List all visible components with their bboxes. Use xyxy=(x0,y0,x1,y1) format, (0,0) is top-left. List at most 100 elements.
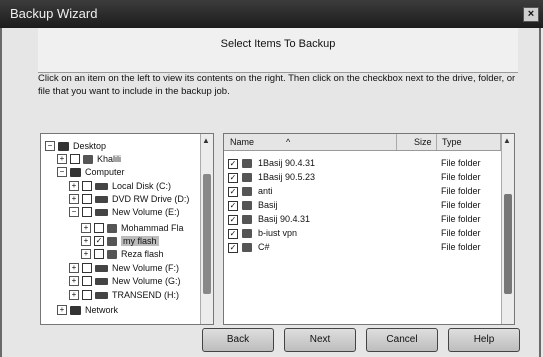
tree-label: New Volume (E:) xyxy=(112,207,180,217)
checkbox[interactable] xyxy=(82,263,92,273)
tree-node-transend[interactable]: + TRANSEND (H:) xyxy=(69,289,179,301)
tree-label: Network xyxy=(85,305,119,315)
tree-node-new-volume-f[interactable]: + New Volume (F:) xyxy=(69,262,179,274)
folder-tree[interactable]: − Desktop + Khalili − Computer + Local D… xyxy=(40,133,214,325)
tree-node-mohammad[interactable]: + Mohammad Fla xyxy=(81,222,184,234)
row-type: File folder xyxy=(441,242,481,252)
folder-icon xyxy=(242,187,252,196)
expand-icon[interactable]: + xyxy=(69,290,79,300)
folder-icon xyxy=(107,249,117,259)
expand-icon[interactable]: + xyxy=(81,236,91,246)
hard-drive-icon xyxy=(95,277,108,285)
list-row[interactable]: ✓ C# File folder xyxy=(228,242,498,254)
collapse-icon[interactable]: − xyxy=(57,167,67,177)
hard-drive-icon xyxy=(95,182,108,190)
scroll-up-arrow-icon[interactable]: ▲ xyxy=(202,136,210,145)
tree-node-local-disk[interactable]: + Local Disk (C:) xyxy=(69,180,171,192)
column-divider[interactable] xyxy=(396,134,397,150)
expand-icon[interactable]: + xyxy=(81,249,91,259)
checkbox-checked[interactable]: ✓ xyxy=(228,159,238,169)
cancel-button[interactable]: Cancel xyxy=(366,328,438,352)
checkbox[interactable] xyxy=(82,194,92,204)
tree-node-new-volume-g[interactable]: + New Volume (G:) xyxy=(69,275,181,287)
folder-icon xyxy=(242,173,252,182)
instructions-text: Click on an item on the left to view its… xyxy=(38,73,516,97)
checkbox[interactable] xyxy=(82,276,92,286)
row-type: File folder xyxy=(441,158,481,168)
sort-indicator-icon: ^ xyxy=(286,137,291,147)
tree-label: Local Disk (C:) xyxy=(112,181,172,191)
tree-label: Mohammad Fla xyxy=(121,223,184,233)
checkbox-checked[interactable]: ✓ xyxy=(228,201,238,211)
title-bar: Backup Wizard × xyxy=(0,0,543,28)
collapse-icon[interactable]: − xyxy=(45,141,55,151)
tree-scrollbar[interactable]: ▲ xyxy=(200,134,213,324)
help-button[interactable]: Help xyxy=(448,328,520,352)
checkbox[interactable] xyxy=(70,154,80,164)
list-row[interactable]: ✓ 1Basij 90.4.31 File folder xyxy=(228,158,498,170)
expand-icon[interactable]: + xyxy=(69,181,79,191)
checkbox[interactable] xyxy=(94,249,104,259)
checkbox-checked[interactable]: ✓ xyxy=(94,236,104,246)
contents-list[interactable]: Name ^ Size Type ✓ 1Basij 90.4.31 File f… xyxy=(223,133,515,325)
list-row[interactable]: ✓ 1Basij 90.5.23 File folder xyxy=(228,172,498,184)
checkbox-checked[interactable]: ✓ xyxy=(228,215,238,225)
tree-node-network[interactable]: + Network xyxy=(57,304,118,316)
folder-icon xyxy=(242,201,252,210)
tree-node-khalil[interactable]: + Khalili xyxy=(57,153,121,165)
list-row[interactable]: ✓ Basij File folder xyxy=(228,200,498,212)
row-name: C# xyxy=(258,242,270,252)
row-name: Basij 90.4.31 xyxy=(258,214,311,224)
column-type[interactable]: Type xyxy=(442,137,462,147)
tree-node-my-flash[interactable]: + ✓ my flash xyxy=(81,235,159,247)
collapse-icon[interactable]: − xyxy=(69,207,79,217)
expand-icon[interactable]: + xyxy=(69,276,79,286)
list-row[interactable]: ✓ Basij 90.4.31 File folder xyxy=(228,214,498,226)
user-folder-icon xyxy=(83,154,93,164)
row-name: anti xyxy=(258,186,273,196)
list-header: Name ^ Size Type xyxy=(224,134,502,151)
next-button[interactable]: Next xyxy=(284,328,356,352)
tree-node-dvd[interactable]: + DVD RW Drive (D:) xyxy=(69,193,189,205)
expand-icon[interactable]: + xyxy=(57,154,67,164)
row-type: File folder xyxy=(441,200,481,210)
back-button[interactable]: Back xyxy=(202,328,274,352)
usb-drive-icon xyxy=(95,291,108,299)
column-name[interactable]: Name xyxy=(230,137,254,147)
network-icon xyxy=(70,305,81,315)
computer-icon xyxy=(70,167,81,177)
checkbox-checked[interactable]: ✓ xyxy=(228,187,238,197)
tree-label: New Volume (G:) xyxy=(112,276,181,286)
checkbox[interactable] xyxy=(82,290,92,300)
list-row[interactable]: ✓ anti File folder xyxy=(228,186,498,198)
expand-icon[interactable]: + xyxy=(69,263,79,273)
checkbox-checked[interactable]: ✓ xyxy=(228,173,238,183)
column-size[interactable]: Size xyxy=(414,137,432,147)
expand-icon[interactable]: + xyxy=(69,194,79,204)
tree-label: DVD RW Drive (D:) xyxy=(112,194,190,204)
list-row[interactable]: ✓ b-iust vpn File folder xyxy=(228,228,498,240)
tree-label: Computer xyxy=(85,167,125,177)
row-name: Basij xyxy=(258,200,278,210)
tree-label: Khalili xyxy=(97,154,122,164)
scroll-thumb[interactable] xyxy=(504,194,512,294)
checkbox[interactable] xyxy=(82,207,92,217)
tree-node-new-volume-e[interactable]: − New Volume (E:) xyxy=(69,206,180,218)
tree-node-desktop[interactable]: − Desktop xyxy=(45,140,106,152)
tree-node-reza[interactable]: + Reza flash xyxy=(81,248,164,260)
row-name: 1Basij 90.4.31 xyxy=(258,158,316,168)
tree-node-computer[interactable]: − Computer xyxy=(57,166,125,178)
expand-icon[interactable]: + xyxy=(81,223,91,233)
hard-drive-icon xyxy=(95,264,108,272)
scroll-up-arrow-icon[interactable]: ▲ xyxy=(503,136,511,145)
checkbox[interactable] xyxy=(94,223,104,233)
checkbox-checked[interactable]: ✓ xyxy=(228,229,238,239)
expand-icon[interactable]: + xyxy=(57,305,67,315)
checkbox-checked[interactable]: ✓ xyxy=(228,243,238,253)
scroll-thumb[interactable] xyxy=(203,174,211,294)
column-divider[interactable] xyxy=(436,134,437,150)
tree-label: Reza flash xyxy=(121,249,164,259)
checkbox[interactable] xyxy=(82,181,92,191)
list-scrollbar[interactable]: ▲ xyxy=(501,134,514,324)
close-button[interactable]: × xyxy=(523,7,539,22)
